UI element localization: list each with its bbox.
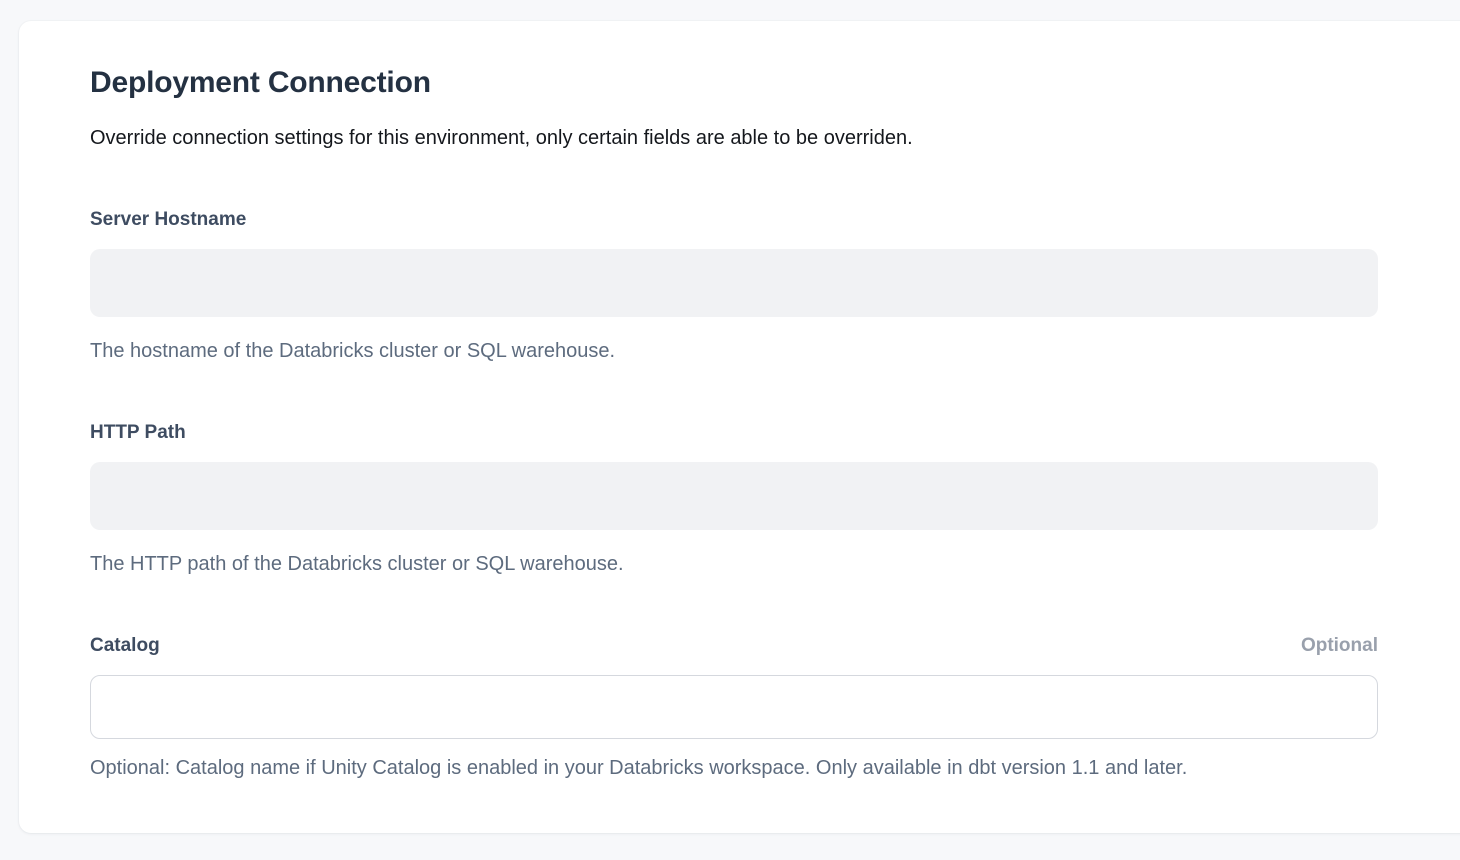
page-subtitle: Override connection settings for this en… — [90, 124, 1378, 152]
deployment-connection-card: Deployment Connection Override connectio… — [19, 21, 1460, 833]
http-path-help: The HTTP path of the Databricks cluster … — [90, 551, 1378, 577]
http-path-label: HTTP Path — [90, 421, 186, 445]
catalog-label: Catalog — [90, 634, 160, 658]
field-group-catalog: Catalog Optional Optional: Catalog name … — [90, 634, 1378, 781]
http-path-input — [90, 462, 1378, 530]
catalog-optional-badge: Optional — [1301, 634, 1378, 658]
server-hostname-label: Server Hostname — [90, 208, 246, 232]
field-group-http-path: HTTP Path The HTTP path of the Databrick… — [90, 421, 1378, 577]
label-row: HTTP Path — [90, 421, 1378, 445]
card-content: Deployment Connection Override connectio… — [90, 21, 1378, 781]
server-hostname-input — [90, 249, 1378, 317]
server-hostname-help: The hostname of the Databricks cluster o… — [90, 338, 1378, 364]
field-group-server-hostname: Server Hostname The hostname of the Data… — [90, 208, 1378, 364]
catalog-input[interactable] — [90, 675, 1378, 739]
page-title: Deployment Connection — [90, 63, 1378, 103]
label-row: Server Hostname — [90, 208, 1378, 232]
catalog-help: Optional: Catalog name if Unity Catalog … — [90, 755, 1378, 781]
label-row: Catalog Optional — [90, 634, 1378, 658]
